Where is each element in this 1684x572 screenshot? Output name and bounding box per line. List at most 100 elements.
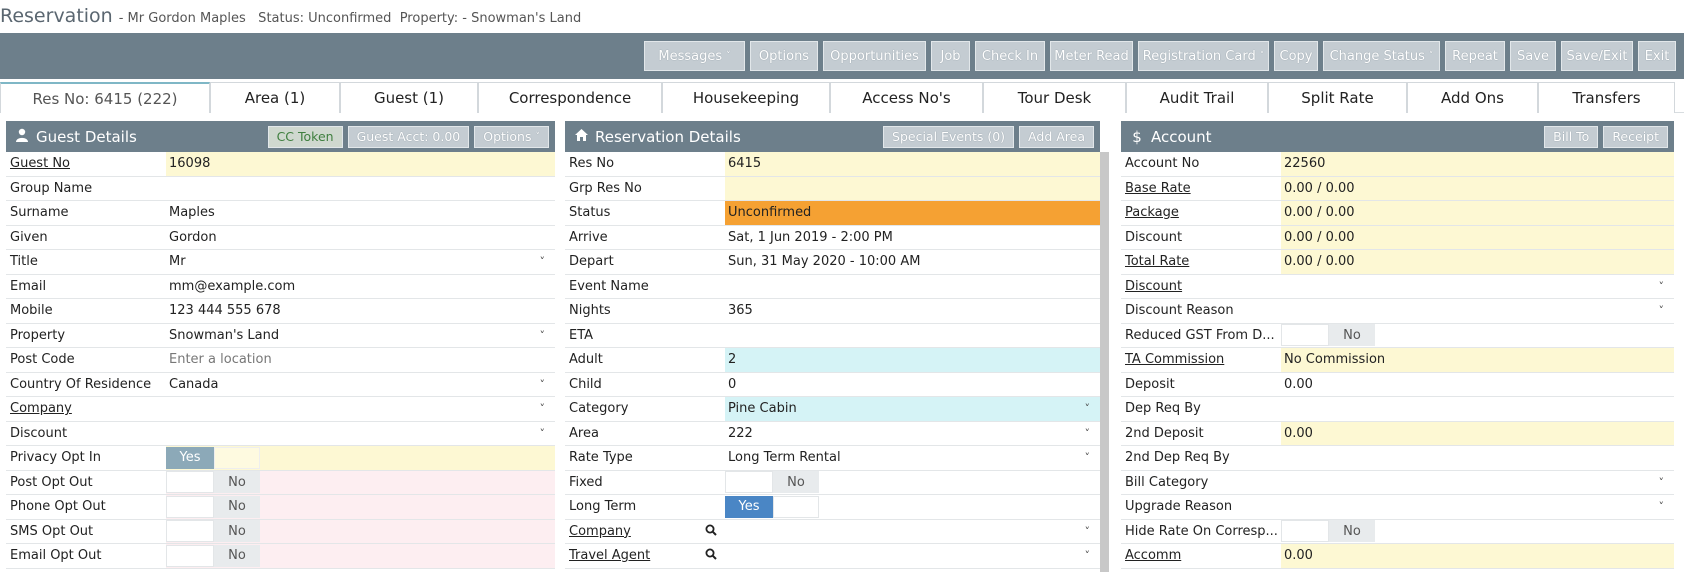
field-label-accomm[interactable]: Accomm — [1121, 544, 1281, 568]
save-exit-button[interactable]: Save/Exit — [1561, 41, 1633, 71]
field-adult[interactable]: 2 — [725, 348, 1100, 372]
repeat-button[interactable]: Repeat — [1445, 41, 1505, 71]
field-total-rate[interactable]: 0.00 / 0.00 — [1281, 250, 1674, 274]
field-upgrade-reason[interactable]: ˅ — [1281, 495, 1674, 519]
field-discount[interactable]: 0.00 / 0.00 — [1281, 225, 1674, 249]
field-surname[interactable]: Maples — [166, 201, 555, 225]
tab-guest-1[interactable]: Guest (1) — [340, 82, 478, 113]
toggle-hide-rate-on-corresp[interactable]: No — [1281, 520, 1375, 543]
chevron-down-icon[interactable]: ˅ — [1085, 549, 1091, 562]
field-category[interactable]: Pine Cabin ˅ — [725, 397, 1100, 421]
field-post-code[interactable]: Enter a location — [166, 348, 555, 372]
field-accomm[interactable]: 0.00 — [1281, 544, 1674, 568]
tab-housekeeping[interactable]: Housekeeping — [662, 82, 830, 113]
chevron-down-icon[interactable]: ˅ — [540, 378, 546, 391]
field-bill-category[interactable]: ˅ — [1281, 471, 1674, 495]
tab-correspondence[interactable]: Correspondence — [478, 82, 662, 113]
field-mobile[interactable]: 123 444 555 678 — [166, 299, 555, 323]
field-account-no[interactable]: 22560 — [1281, 152, 1674, 176]
field-label-discount[interactable]: Discount — [1121, 275, 1281, 299]
field-sms-opt-out[interactable]: No — [166, 519, 555, 543]
field-eta[interactable] — [725, 324, 1100, 348]
options-button[interactable]: Options — [750, 41, 818, 71]
toggle-post-opt-out[interactable]: No — [166, 471, 260, 494]
field-label-ta-commission[interactable]: TA Commission — [1121, 348, 1281, 372]
field-reduced-gst-from-d[interactable]: No — [1281, 324, 1674, 348]
registration-card-button[interactable]: Registration Card ˅ — [1138, 41, 1269, 71]
reservation-scrollbar[interactable] — [1100, 152, 1109, 572]
field-discount[interactable]: ˅ — [1281, 275, 1674, 299]
tab-split-rate[interactable]: Split Rate — [1268, 82, 1407, 113]
chevron-down-icon[interactable]: ˅ — [540, 427, 546, 440]
toggle-reduced-gst-from-d[interactable]: No — [1281, 324, 1375, 347]
field-package[interactable]: 0.00 / 0.00 — [1281, 201, 1674, 225]
tab-add-ons[interactable]: Add Ons — [1407, 82, 1538, 113]
chevron-down-icon[interactable]: ˅ — [1659, 476, 1665, 489]
tab-access-no-s[interactable]: Access No's — [830, 82, 983, 113]
save-button[interactable]: Save — [1510, 41, 1556, 71]
field-phone-opt-out[interactable]: No — [166, 495, 555, 519]
toggle-phone-opt-out[interactable]: No — [166, 495, 260, 518]
field-group-name[interactable] — [166, 177, 555, 201]
guest-acct-0-00-button[interactable]: Guest Acct: 0.00 — [347, 125, 470, 148]
field-discount-reason[interactable]: ˅ — [1281, 299, 1674, 323]
field-privacy-opt-in[interactable]: Yes — [166, 446, 555, 470]
field-rate-type[interactable]: Long Term Rental ˅ — [725, 446, 1100, 470]
toggle-sms-opt-out[interactable]: No — [166, 520, 260, 543]
chevron-down-icon[interactable]: ˅ — [540, 255, 546, 268]
copy-button[interactable]: Copy — [1274, 41, 1318, 71]
field-property[interactable]: Snowman's Land ˅ — [166, 324, 555, 348]
messages-button[interactable]: Messages ˅ — [644, 41, 745, 71]
field-travel-agent[interactable]: ˅ — [725, 544, 1100, 568]
field-ta-commission[interactable]: No Commission — [1281, 348, 1674, 372]
chevron-down-icon[interactable]: ˅ — [1659, 280, 1665, 293]
field-label-company[interactable]: Company — [6, 397, 166, 421]
field-area[interactable]: 222 ˅ — [725, 422, 1100, 446]
change-status-button[interactable]: Change Status ˅ — [1323, 41, 1440, 71]
field-label-company[interactable]: Company — [565, 520, 725, 544]
field-grp-res-no[interactable] — [725, 176, 1100, 200]
receipt-button[interactable]: Receipt — [1603, 125, 1668, 148]
field-long-term[interactable]: Yes — [725, 495, 1100, 519]
field-label-travel-agent[interactable]: Travel Agent — [565, 544, 725, 568]
field-title[interactable]: Mr ˅ — [166, 250, 555, 274]
field-dep-req-by[interactable] — [1281, 397, 1674, 421]
special-events-0-button[interactable]: Special Events (0) — [883, 125, 1015, 148]
exit-button[interactable]: Exit — [1638, 41, 1676, 71]
field-child[interactable]: 0 — [725, 373, 1100, 397]
chevron-down-icon[interactable]: ˅ — [1659, 304, 1665, 317]
tab-area-1[interactable]: Area (1) — [210, 82, 340, 113]
field-deposit[interactable]: 0.00 — [1281, 373, 1674, 397]
job-button[interactable]: Job — [931, 41, 970, 71]
field-label-package[interactable]: Package — [1121, 201, 1281, 225]
toggle-email-opt-out[interactable]: No — [166, 544, 260, 567]
toggle-fixed[interactable]: No — [725, 471, 819, 494]
field-post-opt-out[interactable]: No — [166, 470, 555, 494]
field-res-no[interactable]: 6415 — [725, 152, 1100, 176]
chevron-down-icon[interactable]: ˅ — [540, 329, 546, 342]
chevron-down-icon[interactable]: ˅ — [1085, 525, 1091, 538]
field-company[interactable]: ˅ — [166, 397, 555, 421]
tab-transfers[interactable]: Transfers — [1538, 82, 1675, 113]
options-button[interactable]: Options ˅ — [474, 125, 549, 148]
field-company[interactable]: ˅ — [725, 520, 1100, 544]
toggle-privacy-opt-in[interactable]: Yes — [166, 446, 260, 469]
search-icon[interactable] — [705, 524, 717, 539]
field-depart[interactable]: Sun, 31 May 2020 - 10:00 AM — [725, 250, 1100, 274]
field-arrive[interactable]: Sat, 1 Jun 2019 - 2:00 PM — [725, 226, 1100, 250]
check-in-button[interactable]: Check In — [975, 41, 1045, 71]
field-discount[interactable]: ˅ — [166, 422, 555, 446]
field-2nd-dep-req-by[interactable] — [1281, 446, 1674, 470]
field-email-opt-out[interactable]: No — [166, 544, 555, 568]
field-hide-rate-on-corresp[interactable]: No — [1281, 520, 1674, 544]
bill-to-button[interactable]: Bill To — [1544, 125, 1599, 148]
field-email[interactable]: mm@example.com — [166, 275, 555, 299]
add-area-button[interactable]: Add Area — [1019, 125, 1094, 148]
meter-read-button[interactable]: Meter Read — [1050, 41, 1133, 71]
cc-token-button[interactable]: CC Token — [267, 125, 343, 148]
field-label-guest-no[interactable]: Guest No — [6, 152, 166, 176]
field-country-of-residence[interactable]: Canada ˅ — [166, 373, 555, 397]
tab-tour-desk[interactable]: Tour Desk — [983, 82, 1126, 113]
chevron-down-icon[interactable]: ˅ — [540, 402, 546, 415]
tab-res-no-6415-222[interactable]: Res No: 6415 (222) — [0, 82, 210, 113]
